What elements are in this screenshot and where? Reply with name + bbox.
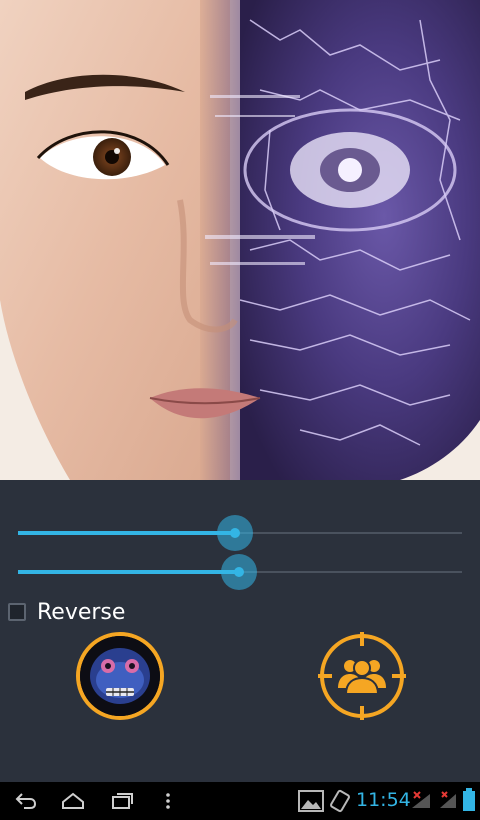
mask-avatar-button[interactable] bbox=[76, 632, 164, 720]
battery-icon bbox=[463, 788, 475, 811]
position-slider[interactable] bbox=[18, 554, 462, 590]
back-icon[interactable] bbox=[14, 790, 38, 812]
face-photo bbox=[0, 0, 480, 480]
cell-no-signal-icon bbox=[440, 791, 456, 808]
mask-avatar-icon bbox=[80, 636, 160, 716]
recent-apps-icon[interactable] bbox=[110, 790, 134, 812]
menu-icon[interactable] bbox=[164, 790, 172, 812]
group-target-icon bbox=[318, 632, 406, 720]
reverse-option[interactable]: Reverse bbox=[8, 598, 125, 626]
reverse-label: Reverse bbox=[37, 599, 126, 625]
wifi-no-signal-icon bbox=[412, 791, 430, 808]
status-clock: 11:54 bbox=[356, 789, 411, 811]
gallery-notification-icon bbox=[298, 790, 324, 812]
select-face-button[interactable] bbox=[316, 630, 406, 720]
blend-slider[interactable] bbox=[18, 515, 462, 551]
slider-thumb[interactable] bbox=[234, 567, 244, 577]
home-icon[interactable] bbox=[60, 790, 86, 812]
slider-thumb[interactable] bbox=[230, 528, 240, 538]
system-navbar: 11:54 bbox=[0, 782, 480, 820]
reverse-checkbox[interactable] bbox=[8, 603, 26, 621]
slider-fill bbox=[18, 570, 239, 574]
controls-panel: Reverse bbox=[0, 480, 480, 782]
screen-rotation-icon bbox=[330, 789, 350, 813]
slider-fill bbox=[18, 531, 235, 535]
